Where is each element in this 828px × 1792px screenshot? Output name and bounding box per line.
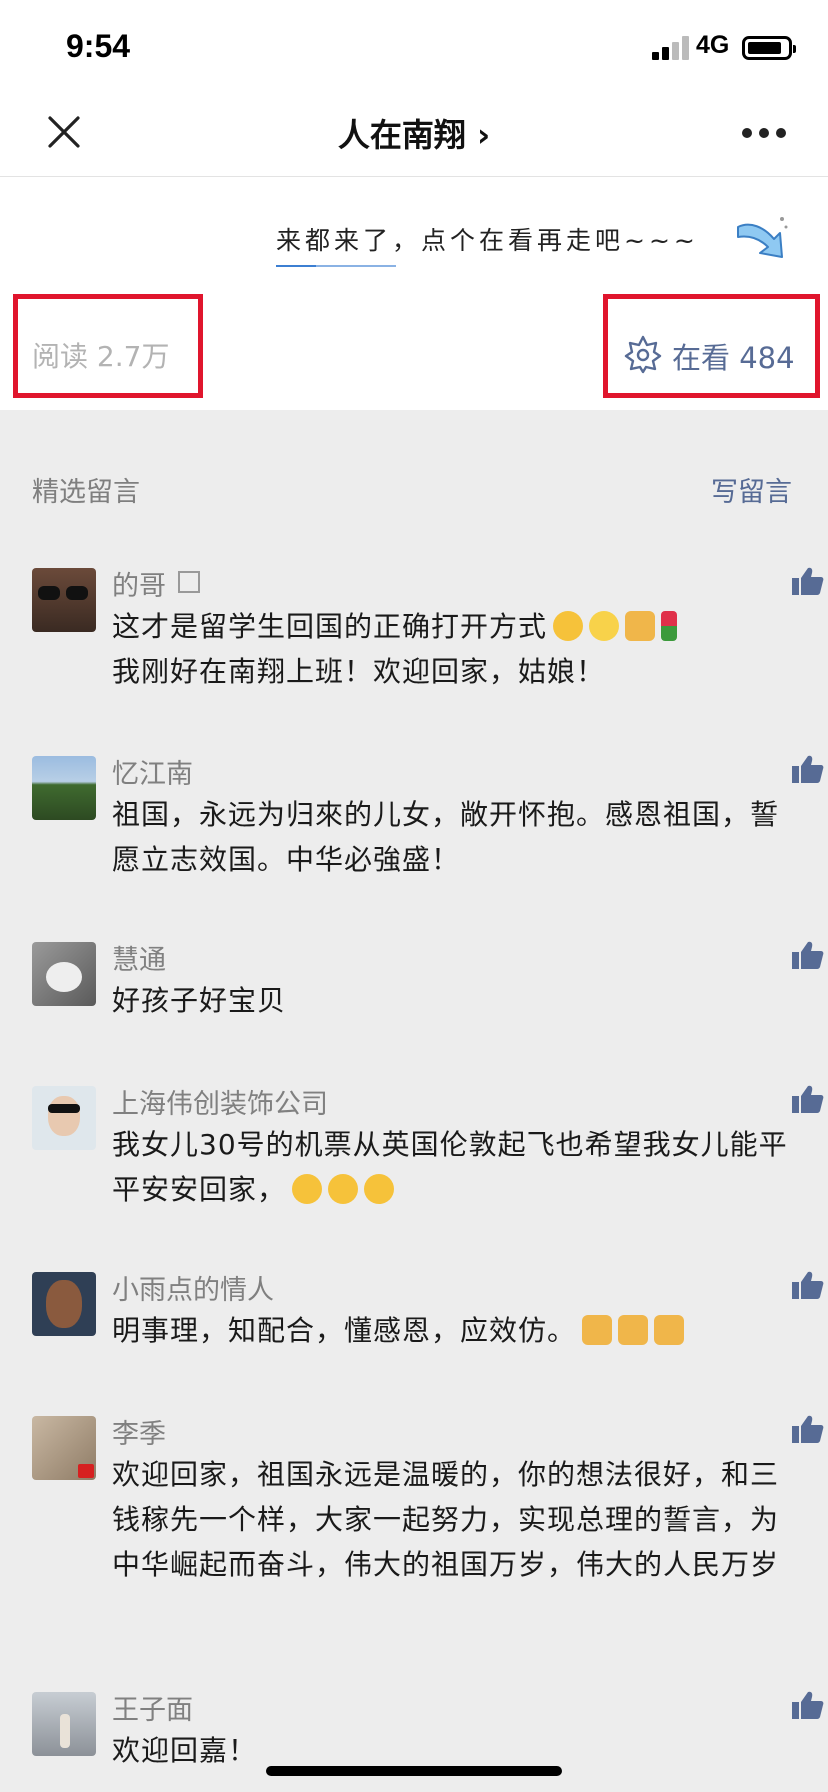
wow-button[interactable]: 在看 484	[672, 335, 795, 377]
comment-author: 王子面	[112, 1695, 193, 1726]
comment-author: 慧通	[112, 945, 166, 976]
write-comment-button[interactable]: 写留言	[711, 470, 792, 509]
thumbs-up-icon	[792, 1691, 824, 1719]
avatar[interactable]	[32, 1086, 96, 1150]
thumbs-up-icon	[792, 755, 824, 783]
comments-header: 精选留言 写留言	[0, 410, 828, 510]
thinking-emoji-icon	[553, 611, 584, 641]
thumbs-up-emoji-icon	[618, 1315, 649, 1345]
network-type: 4G	[696, 31, 730, 59]
thumbs-up-emoji-icon	[582, 1315, 613, 1345]
cta-underline	[276, 265, 316, 267]
pointing-hand-icon	[737, 217, 788, 258]
thumbs-up-icon	[792, 1085, 824, 1113]
thumbs-up-icon	[792, 567, 824, 595]
comment-text: 好孩子好宝贝	[112, 984, 287, 1017]
home-indicator[interactable]	[266, 1766, 562, 1776]
read-count: 阅读 2.7万	[32, 340, 170, 373]
avatar[interactable]	[32, 942, 96, 1006]
avatar[interactable]	[32, 756, 96, 820]
comment-author: 上海伟创装饰公司	[112, 1089, 328, 1120]
comment-text: 我女儿30号的机票从英国伦敦起飞也希望我女儿能平平安安回家，	[112, 1128, 788, 1206]
crying-emoji-icon	[328, 1174, 359, 1204]
rose-emoji-icon	[661, 611, 678, 641]
avatar[interactable]	[32, 1692, 96, 1756]
more-icon[interactable]	[742, 128, 786, 140]
thumbs-up-icon	[792, 941, 824, 969]
selected-comments-title: 精选留言	[32, 477, 140, 508]
smile-emoji-icon	[589, 611, 620, 641]
cta-underline	[316, 265, 396, 267]
thumbs-up-emoji-icon	[654, 1315, 685, 1345]
screen: 9:54 4G 人在南翔 › 来都来了，点个在看再走吧~~~ 阅读 2.7万 在…	[0, 0, 828, 1792]
comment-text: 明事理，知配合，懂感恩，应效仿。	[112, 1308, 800, 1353]
status-bar: 9:54 4G	[0, 0, 828, 92]
avatar[interactable]	[32, 1272, 96, 1336]
thumbs-up-icon	[792, 1415, 824, 1443]
cta-text: 来都来了，点个在看再走吧~~~	[276, 226, 699, 255]
nav-bar: 人在南翔 ›	[0, 92, 828, 177]
crying-emoji-icon	[364, 1174, 395, 1204]
comment-text: 祖国，永远为归來的儿女，敞开怀抱。感恩祖国，誓愿立志效国。中华必強盛！	[112, 798, 780, 876]
avatar[interactable]	[32, 568, 96, 632]
status-time: 9:54	[66, 28, 131, 64]
comment-author: 小雨点的情人	[112, 1275, 274, 1306]
thumbs-up-emoji-icon	[625, 611, 656, 641]
comment-author: 的哥	[112, 564, 200, 603]
battery-icon	[742, 36, 796, 60]
avatar[interactable]	[32, 1416, 96, 1480]
account-title-link[interactable]: 人在南翔 ›	[0, 110, 828, 156]
crying-emoji-icon	[292, 1174, 323, 1204]
article-footer: 来都来了，点个在看再走吧~~~ 阅读 2.7万 在看 484	[0, 177, 828, 410]
signal-icon	[652, 36, 692, 60]
comment-text: 这才是留学生回国的正确打开方式 我刚好在南翔上班！欢迎回家，姑娘！	[112, 604, 800, 694]
comment-text: 欢迎回家，祖国永远是温暖的，你的想法很好，和三钱稼先一个样，大家一起努力，实现总…	[112, 1458, 780, 1581]
comment-author: 李季	[112, 1419, 166, 1450]
thumbs-up-icon	[792, 1271, 824, 1299]
comment-author: 忆江南	[112, 759, 193, 790]
wow-star-icon[interactable]	[623, 334, 663, 374]
